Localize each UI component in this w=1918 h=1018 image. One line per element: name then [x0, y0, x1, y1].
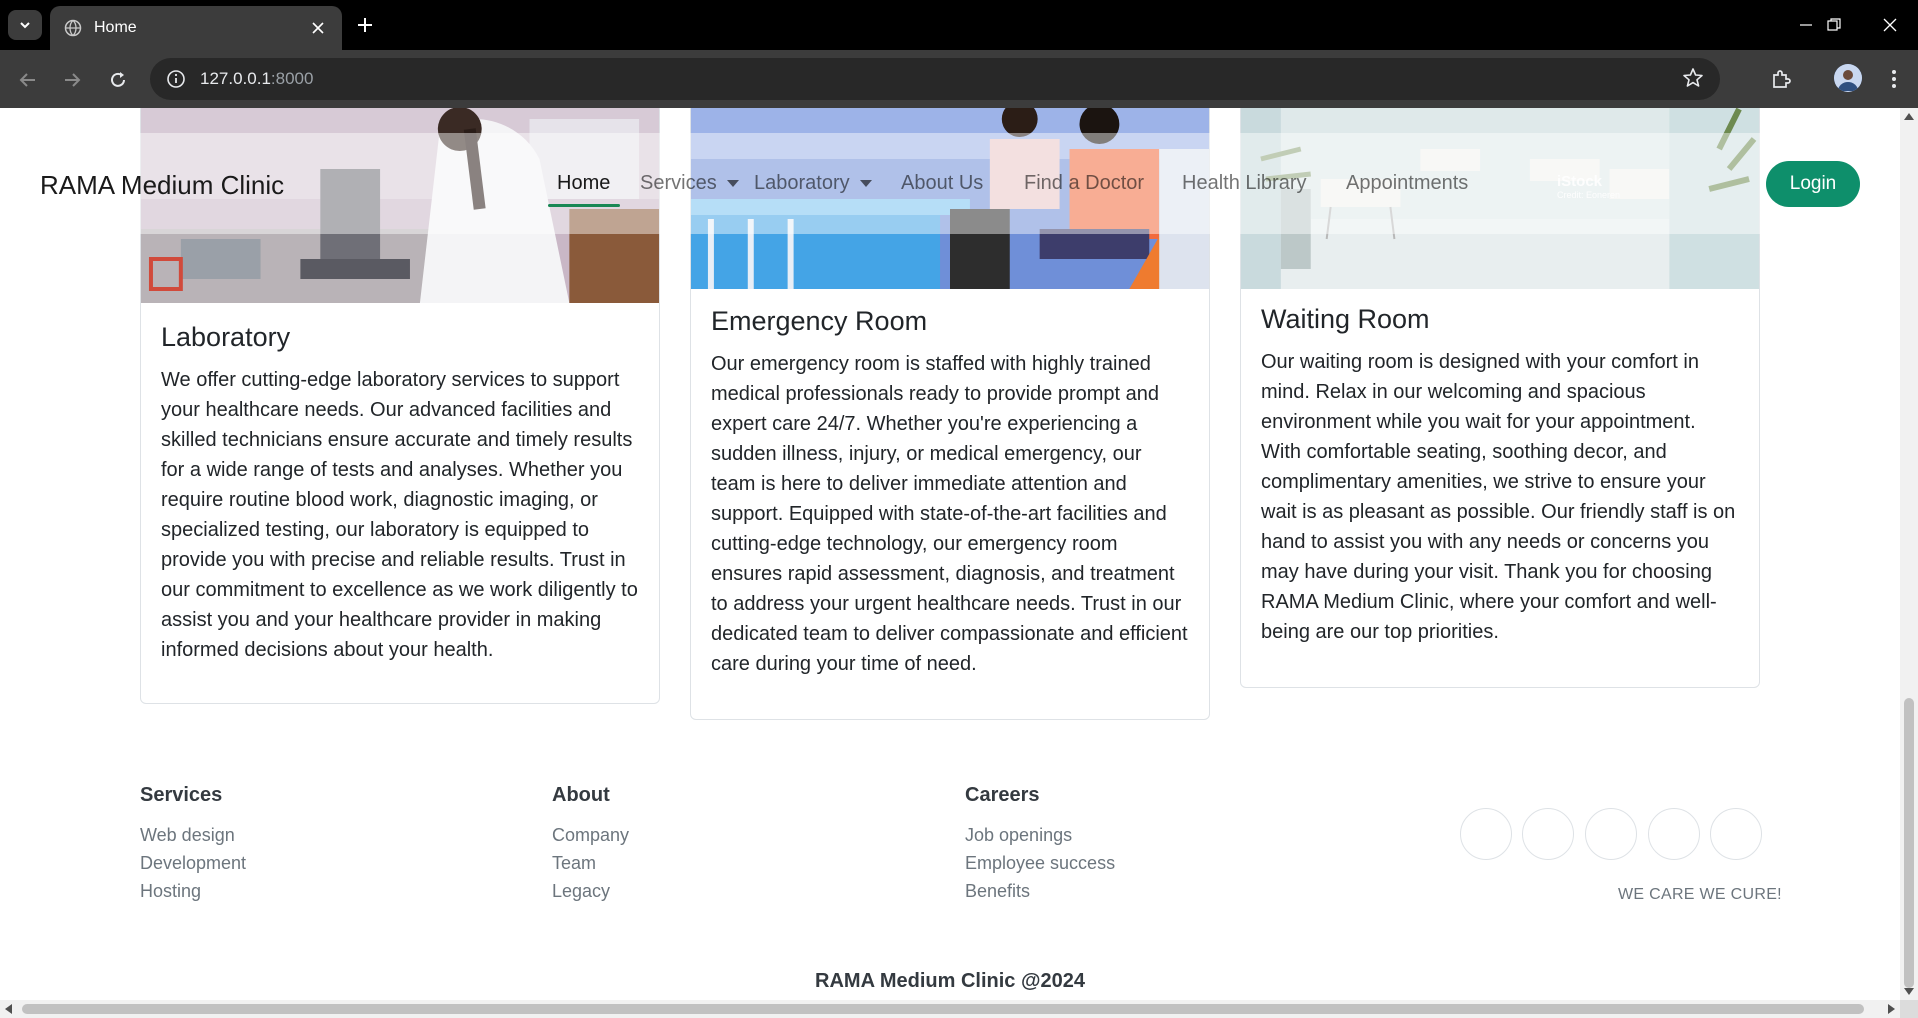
address-bar[interactable]: 127.0.0.1:8000: [150, 58, 1720, 100]
browser-tab-home[interactable]: Home: [50, 6, 342, 50]
login-button[interactable]: Login: [1766, 161, 1860, 207]
horizontal-scrollbar[interactable]: [0, 1000, 1900, 1018]
close-tab-icon[interactable]: [308, 18, 328, 38]
social-icon[interactable]: [1460, 808, 1512, 860]
footer-link[interactable]: Hosting: [140, 877, 246, 905]
card-title: Emergency Room: [711, 306, 928, 336]
tab-title: Home: [94, 19, 137, 36]
footer-link[interactable]: Development: [140, 849, 246, 877]
browser-toolbar: 127.0.0.1:8000: [0, 50, 1918, 108]
scroll-left-arrow-icon[interactable]: [4, 1004, 12, 1014]
back-icon[interactable]: [12, 64, 44, 96]
scroll-right-arrow-icon[interactable]: [1888, 1004, 1896, 1014]
card-title: Waiting Room: [1261, 304, 1430, 334]
vertical-scrollbar[interactable]: [1900, 108, 1918, 1000]
nav-link-appointments[interactable]: Appointments: [1346, 172, 1468, 195]
footer-link[interactable]: Legacy: [552, 877, 629, 905]
profile-avatar[interactable]: [1834, 64, 1862, 92]
reload-icon[interactable]: [102, 64, 134, 96]
footer-heading: About: [552, 784, 610, 806]
footer-column-about: About Company Team Legacy: [552, 784, 629, 905]
restore-icon[interactable]: [1814, 10, 1854, 40]
tab-search-button[interactable]: [8, 10, 42, 40]
site-info-icon[interactable]: [164, 67, 188, 91]
globe-icon: [64, 19, 82, 37]
card-title: Laboratory: [161, 322, 291, 352]
scroll-down-arrow-icon[interactable]: [1904, 988, 1914, 996]
footer-link[interactable]: Job openings: [965, 821, 1115, 849]
footer-tagline: WE CARE WE CURE!: [1618, 886, 1782, 903]
footer-column-services: Services Web design Development Hosting: [140, 784, 246, 905]
more-menu-icon[interactable]: [1880, 64, 1908, 94]
footer-link[interactable]: Benefits: [965, 877, 1115, 905]
social-icon[interactable]: [1710, 808, 1762, 860]
nav-link-about-us[interactable]: About Us: [901, 172, 983, 195]
site-navbar: RAMA Medium Clinic Home Services Laborat…: [0, 108, 1900, 234]
chevron-down-icon: [20, 22, 30, 29]
card-text: Our waiting room is designed with your c…: [1261, 351, 1736, 644]
vertical-scroll-thumb[interactable]: [1904, 698, 1914, 988]
footer-heading: Services: [140, 784, 223, 806]
card-text: We offer cutting-edge laboratory service…: [161, 369, 638, 662]
footer-link[interactable]: Team: [552, 849, 629, 877]
page-viewport: Laboratory We offer cutting-edge laborat…: [0, 108, 1900, 1000]
url-text: 127.0.0.1:8000: [200, 69, 314, 88]
scroll-up-arrow-icon[interactable]: [1904, 112, 1914, 120]
caret-down-icon: [726, 180, 739, 187]
card-text: Our emergency room is staffed with highl…: [711, 353, 1188, 676]
nav-dropdown-laboratory[interactable]: Laboratory: [754, 172, 872, 195]
footer-link[interactable]: Employee success: [965, 849, 1115, 877]
social-icon[interactable]: [1585, 808, 1637, 860]
caret-down-icon: [859, 180, 872, 187]
scrollbar-corner: [1900, 1000, 1918, 1018]
footer-column-careers: Careers Job openings Employee success Be…: [965, 784, 1115, 905]
social-icon[interactable]: [1648, 808, 1700, 860]
forward-icon[interactable]: [56, 64, 88, 96]
nav-dropdown-services[interactable]: Services: [640, 172, 739, 195]
extensions-icon[interactable]: [1766, 64, 1796, 94]
close-window-icon[interactable]: [1870, 10, 1910, 40]
brand-logo[interactable]: RAMA Medium Clinic: [40, 170, 284, 201]
footer-copyright: RAMA Medium Clinic @2024: [815, 970, 1085, 992]
active-underline: [548, 204, 620, 207]
footer-heading: Careers: [965, 784, 1040, 806]
browser-tab-bar: Home: [0, 0, 1918, 50]
footer-link[interactable]: Company: [552, 821, 629, 849]
bookmark-star-icon[interactable]: [1682, 67, 1706, 91]
new-tab-icon[interactable]: [352, 12, 378, 38]
footer-link[interactable]: Web design: [140, 821, 246, 849]
nav-link-find-a-doctor[interactable]: Find a Doctor: [1024, 172, 1144, 195]
horizontal-scroll-thumb[interactable]: [22, 1004, 1864, 1014]
nav-link-health-library[interactable]: Health Library: [1182, 172, 1307, 195]
nav-link-home[interactable]: Home: [557, 172, 610, 195]
social-icon[interactable]: [1522, 808, 1574, 860]
